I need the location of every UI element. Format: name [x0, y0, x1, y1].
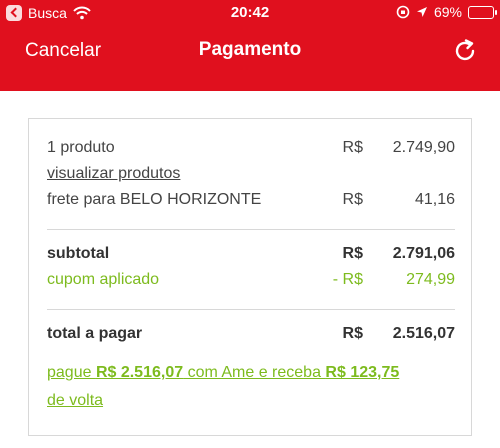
subtotal-row: subtotal R$ 2.791,06	[47, 245, 455, 267]
top-bar: Busca 20:42 69% Cancelar Pagamento	[0, 0, 500, 91]
view-products-link[interactable]: visualizar produtos	[47, 165, 180, 183]
page-title: Pagamento	[198, 39, 302, 60]
ame-cashback-link[interactable]: pague R$ 2.516,07 com Ame e receba R$ 12…	[47, 359, 453, 415]
coupon-value: 274,99	[406, 271, 455, 288]
shipping-currency: R$	[342, 191, 363, 208]
promo-cashback-amount: R$ 123,75	[325, 364, 400, 381]
items-row: 1 produto R$ 2.749,90	[47, 139, 455, 161]
coupon-currency: - R$	[332, 271, 363, 288]
total-label: total a pagar	[47, 325, 143, 342]
items-currency: R$	[342, 139, 363, 156]
coupon-row: cupom aplicado - R$ 274,99	[47, 271, 455, 293]
nav-bar: Cancelar Pagamento	[0, 27, 500, 91]
location-arrow-icon	[416, 7, 427, 17]
promo-text: com Ame e receba	[183, 364, 326, 381]
total-row: total a pagar R$ 2.516,07	[47, 325, 455, 347]
items-label: 1 produto	[47, 139, 115, 156]
total-currency: R$	[342, 325, 363, 342]
battery-icon	[468, 5, 497, 19]
promo-text: de volta	[47, 392, 104, 409]
payment-summary-card: 1 produto R$ 2.749,90 visualizar produto…	[28, 118, 472, 436]
divider	[47, 309, 455, 310]
total-value: 2.516,07	[392, 325, 455, 342]
items-value: 2.749,90	[392, 139, 455, 156]
status-right: 69%	[396, 4, 497, 20]
shipping-label: frete para BELO HORIZONTE	[47, 191, 262, 208]
subtotal-currency: R$	[342, 245, 363, 262]
refresh-icon[interactable]	[452, 38, 478, 64]
divider	[47, 229, 455, 230]
battery-percent: 69%	[433, 4, 462, 20]
view-products-row: visualizar produtos	[47, 165, 455, 187]
promo-pay-amount: R$ 2.516,07	[95, 364, 184, 381]
subtotal-value: 2.791,06	[392, 245, 455, 262]
shipping-row: frete para BELO HORIZONTE R$ 41,16	[47, 191, 455, 213]
coupon-label: cupom aplicado	[47, 271, 160, 288]
shipping-value: 41,16	[414, 191, 455, 208]
rotation-lock-icon	[396, 5, 410, 19]
promo-text: pague	[47, 364, 96, 381]
status-bar: Busca 20:42 69%	[0, 0, 500, 27]
subtotal-label: subtotal	[47, 245, 110, 262]
